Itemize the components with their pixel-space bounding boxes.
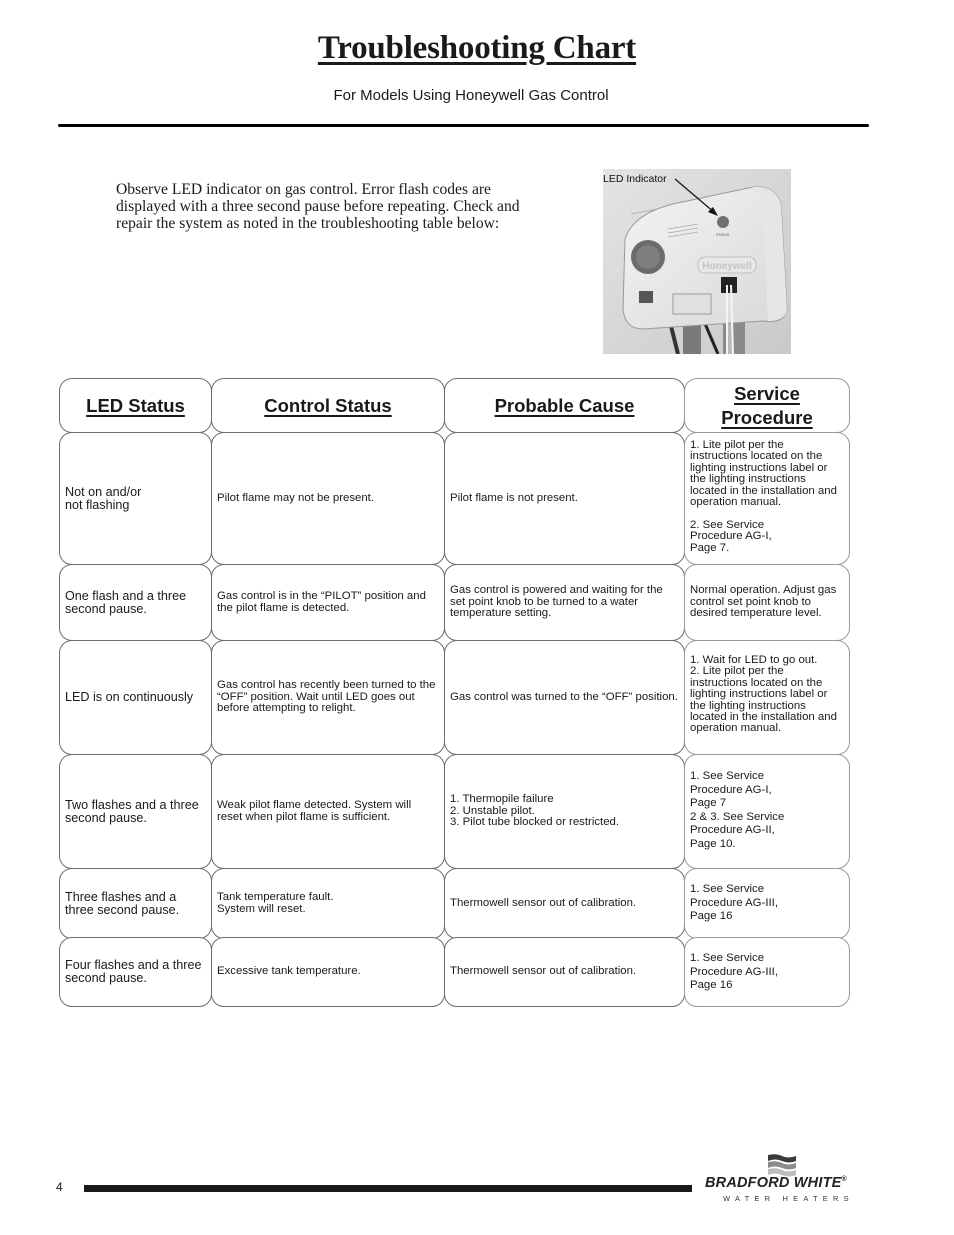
bradford-white-logo: BRADFORD WHITE® WATER HEATERS xyxy=(700,1153,865,1208)
intro-paragraph: Observe LED indicator on gas control. Er… xyxy=(116,181,520,232)
header-label: Service Procedure xyxy=(721,382,813,428)
control-status-cell: Gas control has recently been turned to … xyxy=(211,640,445,755)
probable-cause-cell: Gas control is powered and waiting for t… xyxy=(444,564,685,641)
cell-text: Pilot flame may not be present. xyxy=(217,491,375,504)
probable-cause-cell: Pilot flame is not present. xyxy=(444,432,685,565)
cell-text: Gas control is powered and waiting for t… xyxy=(450,584,663,620)
led-status-cell: Not on and/or not flashing xyxy=(59,432,212,565)
cell-text: 1. See Service Procedure AG-III, Page 16 xyxy=(690,952,778,992)
header-divider xyxy=(58,124,869,127)
page-number: 4 xyxy=(56,1180,63,1194)
page-subtitle: For Models Using Honeywell Gas Control xyxy=(333,87,609,104)
device-brand: Honeywell xyxy=(702,261,752,272)
service-procedure-cell: 1. See Service Procedure AG-I, Page 7 2 … xyxy=(684,754,850,869)
cell-text: One flash and a three second pause. xyxy=(65,588,187,616)
cell-text: LED is on continuously xyxy=(65,690,194,704)
cell-text: Gas control has recently been turned to … xyxy=(217,679,436,715)
control-status-cell: Gas control is in the “PILOT” position a… xyxy=(211,564,445,641)
control-status-cell: Tank temperature fault. System will rese… xyxy=(211,868,445,939)
control-status-cell: Pilot flame may not be present. xyxy=(211,432,445,565)
led-status-text: STATUS xyxy=(716,233,730,237)
service-procedure-cell: 1. Lite pilot per the instructions locat… xyxy=(684,432,850,565)
cell-text: Tank temperature fault. System will rese… xyxy=(217,891,334,915)
cell-text: Thermowell sensor out of calibration. xyxy=(450,965,637,978)
probable-cause-cell: 1. Thermopile failure 2. Unstable pilot.… xyxy=(444,754,685,869)
cell-text: Three flashes and a three second pause. xyxy=(65,889,180,917)
flag-icon xyxy=(768,1154,796,1177)
cell-text: 1. See Service Procedure AG-III, Page 16 xyxy=(690,883,778,923)
led-status-cell: Four flashes and a three second pause. xyxy=(59,937,212,1007)
led-indicator-label: LED Indicator xyxy=(603,173,667,185)
cell-text: Four flashes and a three second pause. xyxy=(65,958,202,985)
probable-cause-cell: Thermowell sensor out of calibration. xyxy=(444,937,685,1007)
cell-text: 1. Lite pilot per the instructions locat… xyxy=(690,439,837,554)
cell-text: Not on and/or not flashing xyxy=(65,484,142,512)
led-status-cell: LED is on continuously xyxy=(59,640,212,755)
brand-text: BRADFORD WHITE xyxy=(705,1175,842,1191)
control-status-cell: Excessive tank temperature. xyxy=(211,937,445,1007)
probable-cause-cell: Gas control was turned to the “OFF” posi… xyxy=(444,640,685,755)
service-procedure-cell: 1. See Service Procedure AG-III, Page 16 xyxy=(684,868,850,939)
cell-text: Weak pilot flame detected. System will r… xyxy=(217,799,412,823)
led-status-cell: Two flashes and a three second pause. xyxy=(59,754,212,869)
header-service-procedure: Service Procedure xyxy=(684,378,850,433)
header-label: Probable Cause xyxy=(494,394,635,416)
brand-subtitle: WATER HEATERS xyxy=(723,1194,854,1203)
cell-text: 1. Thermopile failure 2. Unstable pilot.… xyxy=(450,793,620,829)
brand-name: BRADFORD WHITE® xyxy=(705,1175,847,1191)
control-status-cell: Weak pilot flame detected. System will r… xyxy=(211,754,445,869)
cell-text: 1. Wait for LED to go out. 2. Lite pilot… xyxy=(690,654,837,735)
service-procedure-cell: Normal operation. Adjust gas control set… xyxy=(684,564,850,641)
cell-text: Two flashes and a three second pause. xyxy=(65,797,199,825)
header-probable-cause: Probable Cause xyxy=(444,378,685,433)
cell-text: Thermowell sensor out of calibration. xyxy=(450,896,637,909)
probable-cause-cell: Thermowell sensor out of calibration. xyxy=(444,868,685,939)
gas-control-photo: STATUS Honeywell xyxy=(603,169,791,354)
registered-mark: ® xyxy=(841,1176,847,1184)
cell-text: Excessive tank temperature. xyxy=(217,965,361,978)
footer-divider xyxy=(84,1185,692,1192)
page-title: Troubleshooting Chart xyxy=(317,30,637,66)
gas-control-illustration: STATUS Honeywell xyxy=(603,169,791,354)
header-label: LED Status xyxy=(86,394,185,416)
header-control-status: Control Status xyxy=(211,378,445,433)
cell-text: Pilot flame is not present. xyxy=(450,491,578,504)
cell-text: Gas control is in the “PILOT” position a… xyxy=(217,590,426,614)
cell-text: Gas control was turned to the “OFF” posi… xyxy=(450,690,678,703)
cell-text: Normal operation. Adjust gas control set… xyxy=(690,584,837,620)
cell-text: 1. See Service Procedure AG-I, Page 7 2 … xyxy=(690,770,785,850)
header-label: Control Status xyxy=(264,394,392,416)
service-procedure-cell: 1. See Service Procedure AG-III, Page 16 xyxy=(684,937,850,1007)
led-status-cell: Three flashes and a three second pause. xyxy=(59,868,212,939)
header-led-status: LED Status xyxy=(59,378,212,433)
led-status-cell: One flash and a three second pause. xyxy=(59,564,212,641)
service-procedure-cell: 1. Wait for LED to go out. 2. Lite pilot… xyxy=(684,640,850,755)
